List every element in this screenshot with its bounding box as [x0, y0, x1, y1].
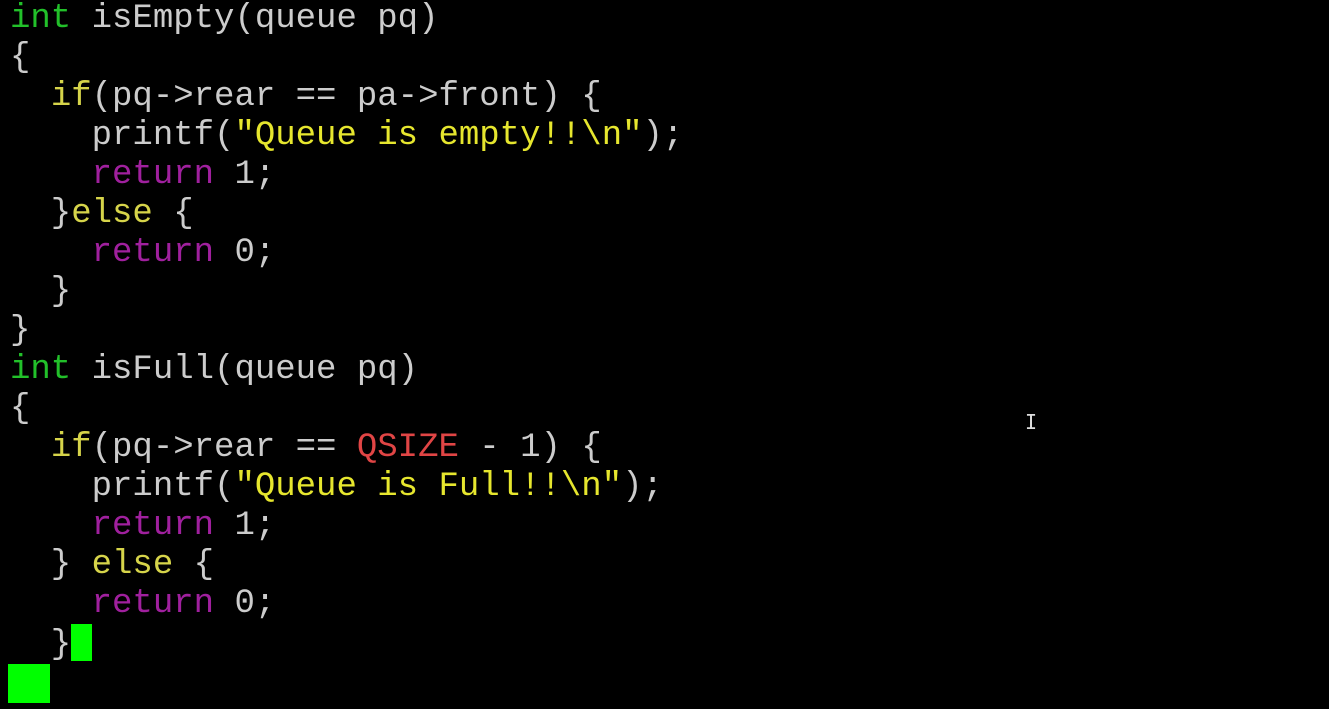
- code-line: int isFull(queue pq): [10, 351, 683, 390]
- code-token-default: }: [10, 273, 72, 311]
- code-token-string: "Queue is Full!!\n": [234, 468, 623, 506]
- code-token-default: isFull(queue pq): [71, 351, 419, 389]
- code-line: }: [10, 312, 683, 351]
- code-token-default: 1;: [214, 507, 276, 545]
- terminal-window[interactable]: int isEmpty(queue pq){ if(pq->rear == pa…: [0, 0, 1329, 709]
- code-token-default: - 1) {: [458, 429, 602, 467]
- code-line: printf("Queue is Full!!\n");: [10, 468, 683, 507]
- code-token-default: 0;: [214, 234, 276, 272]
- code-line: {: [10, 39, 683, 78]
- code-token-default: );: [622, 468, 663, 506]
- code-token-return: return: [91, 156, 215, 194]
- code-token-keyword: if: [50, 429, 92, 467]
- code-line: }: [10, 273, 683, 312]
- code-token-default: [10, 234, 92, 272]
- code-token-default: {: [10, 390, 31, 428]
- code-token-default: [10, 585, 92, 623]
- code-token-default: [10, 156, 92, 194]
- text-cursor-block: [71, 624, 93, 661]
- status-line-block: [8, 664, 50, 703]
- code-token-type: int: [10, 0, 72, 38]
- code-token-default: }: [10, 626, 72, 664]
- code-line: return 1;: [10, 507, 683, 546]
- code-token-constant: QSIZE: [356, 429, 459, 467]
- code-token-return: return: [91, 507, 215, 545]
- code-line: if(pq->rear == pa->front) {: [10, 78, 683, 117]
- code-token-return: return: [91, 234, 215, 272]
- code-token-default: printf(: [10, 117, 235, 155]
- code-token-default: {: [173, 546, 215, 584]
- code-token-default: (pq->rear ==: [91, 429, 357, 467]
- code-line: if(pq->rear == QSIZE - 1) {: [10, 429, 683, 468]
- text-ibeam-cursor-icon: I: [1025, 410, 1038, 434]
- code-line: } else {: [10, 546, 683, 585]
- code-token-default: 1;: [214, 156, 276, 194]
- code-line: }else {: [10, 195, 683, 234]
- code-token-default: {: [10, 39, 31, 77]
- code-line: printf("Queue is empty!!\n");: [10, 117, 684, 156]
- code-token-default: [10, 507, 92, 545]
- code-token-default: [10, 429, 51, 467]
- code-token-keyword: if: [50, 78, 92, 116]
- code-token-default: }: [10, 312, 31, 350]
- code-line: int isEmpty(queue pq): [10, 0, 683, 39]
- code-token-default: [10, 78, 51, 116]
- code-editor-buffer[interactable]: int isEmpty(queue pq){ if(pq->rear == pa…: [10, 0, 684, 664]
- code-token-return: return: [91, 585, 215, 623]
- code-token-default: {: [152, 195, 194, 233]
- code-token-string: "Queue is empty!!\n": [234, 117, 643, 155]
- code-token-default: printf(: [10, 468, 235, 506]
- code-line: return 0;: [10, 585, 683, 624]
- code-line: return 0;: [10, 234, 683, 273]
- code-token-type: int: [10, 351, 72, 389]
- code-token-default: );: [642, 117, 684, 155]
- code-token-keyword: else: [71, 195, 153, 233]
- code-line: {: [10, 390, 683, 429]
- code-token-default: isEmpty(queue pq): [71, 0, 439, 38]
- code-token-default: (pq->rear == pa->front) {: [91, 78, 602, 116]
- code-token-default: 0;: [214, 585, 276, 623]
- code-token-keyword: else: [91, 546, 174, 584]
- code-token-default: }: [10, 195, 72, 233]
- code-line: }: [10, 624, 683, 664]
- code-line: return 1;: [10, 156, 683, 195]
- code-token-default: }: [10, 546, 92, 584]
